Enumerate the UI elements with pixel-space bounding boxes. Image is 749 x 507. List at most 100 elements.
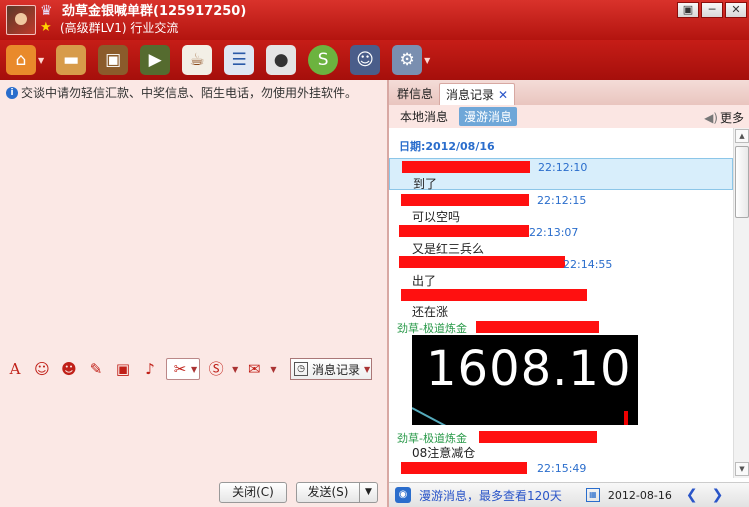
history-button[interactable]: ◷ 消息记录 ▼ [290, 358, 372, 380]
speaker-icon: ◀) [704, 110, 718, 125]
main-toolbar: ⌂ ▼ ▬ ▣ ▶ ☕ ☰ ● S ☺ ⚙ ▼ [0, 40, 749, 80]
more-button[interactable]: ◀) 更多 [704, 109, 744, 126]
list-item[interactable]: 22:13:07 又是红三兵么 [389, 224, 733, 256]
message-time: 22:13:07 [529, 226, 579, 239]
next-page-icon[interactable]: ❯ [712, 487, 724, 503]
message-text: 出了 [412, 274, 437, 288]
redacted-sender [399, 256, 565, 268]
tab-group-info[interactable]: 群信息 [391, 83, 439, 105]
history-scrollbar[interactable]: ▲ ▼ [733, 128, 749, 478]
side-panel: 群信息 消息记录 ✕ 本地消息 漫游消息 ◀) 更多 日期:2012/08/16 … [389, 80, 749, 507]
history-label: 消息记录 [312, 362, 361, 377]
history-date: 日期:2012/08/16 [399, 140, 495, 153]
group-title: 劲草金银喊单群(125917250) [62, 4, 247, 19]
scissors-icon: ✂ [173, 360, 187, 378]
price-value: 1608.10 [426, 341, 632, 397]
calendar-icon[interactable]: ▦ [585, 488, 600, 502]
list-item[interactable]: 还在涨 [389, 288, 733, 319]
star-icon: ★ [40, 20, 52, 35]
message-input[interactable] [0, 382, 387, 478]
security-notice: i 交谈中请勿轻信汇款、中奖信息、陌生电话，勿使用外挂软件。 [6, 84, 357, 101]
chevron-down-icon: ▼ [364, 364, 371, 374]
mic-icon[interactable]: ● [266, 45, 297, 75]
history-subtabs: 本地消息 漫游消息 ◀) 更多 [389, 105, 749, 128]
coffee-icon[interactable]: ☕ [182, 45, 213, 75]
group-avatar[interactable] [6, 5, 36, 35]
message-text: 还在涨 [412, 305, 449, 319]
album-icon[interactable]: ▣ [98, 45, 129, 75]
tab-local-messages[interactable]: 本地消息 [395, 107, 453, 126]
music-icon[interactable]: ♪ [139, 359, 161, 379]
more-label: 更多 [719, 111, 744, 125]
redacted-sender [476, 321, 599, 333]
list-item[interactable]: 22:12:15 可以空吗 [389, 192, 733, 224]
chevron-down-icon[interactable]: ▼ [424, 56, 430, 65]
doodle-icon[interactable]: ✎ [85, 359, 107, 379]
history-list[interactable]: 日期:2012/08/16 22:12:10 到了 22:12:15 可以空吗 … [389, 128, 733, 478]
message-sender: 劲草-极道炼金 [397, 322, 467, 335]
chevron-down-icon[interactable]: ▼ [270, 365, 276, 374]
redacted-sender [401, 289, 587, 301]
chat-bubble-icon[interactable]: ✉ [243, 359, 265, 379]
message-text: 08注意减仓 [412, 446, 476, 460]
crown-icon: ♛ [40, 3, 53, 19]
message-text: 又是红三兵么 [412, 242, 485, 256]
video-icon[interactable]: ▶ [140, 45, 171, 75]
send-button[interactable]: 发送(S) [296, 482, 360, 503]
window-controls: ▣ ─ ✕ [677, 2, 747, 18]
history-date-field[interactable]: 2012-08-16 [608, 489, 672, 502]
message-time: 22:12:10 [538, 161, 588, 174]
redacted-sender [402, 161, 530, 173]
list-item[interactable]: 劲草-极道炼金 08注意减仓 [389, 430, 733, 460]
s-icon[interactable]: S [308, 45, 339, 75]
close-icon[interactable]: ✕ [498, 88, 508, 102]
close-button[interactable]: 关闭(C) [219, 482, 287, 503]
info-icon: i [6, 86, 18, 99]
title-bar: ♛ 劲草金银喊单群(125917250) ★ (高级群LV1) 行业交流 ▣ ─… [0, 0, 749, 40]
screenshot-button[interactable]: ✂ ▼ [166, 358, 201, 380]
side-tabs: 群信息 消息记录 ✕ [389, 80, 749, 105]
chart-line [412, 407, 448, 425]
list-item[interactable]: 22:14:55 出了 [389, 256, 733, 288]
redacted-sender [399, 225, 529, 237]
image-icon[interactable]: ▣ [112, 359, 134, 379]
menu-button[interactable]: ▣ [677, 2, 699, 18]
folder-icon[interactable]: ▬ [56, 45, 87, 75]
gear-icon[interactable]: ⚙ [392, 45, 423, 75]
s-icon[interactable]: Ⓢ [205, 359, 227, 379]
scroll-up-button[interactable]: ▲ [735, 129, 749, 143]
tab-history[interactable]: 消息记录 ✕ [439, 83, 516, 105]
send-options-button[interactable]: ▼ [360, 482, 378, 503]
message-time: 22:15:49 [537, 462, 587, 475]
emoji-icon[interactable]: ☺ [31, 359, 53, 379]
list-item[interactable]: 22:12:10 到了 [389, 158, 733, 191]
notice-icon[interactable]: ☰ [224, 45, 255, 75]
magic-face-icon[interactable]: ☻ [58, 359, 80, 379]
scroll-down-button[interactable]: ▼ [735, 462, 749, 476]
previous-page-icon[interactable]: ❮ [686, 487, 698, 503]
message-text: 可以空吗 [412, 210, 461, 224]
chevron-down-icon[interactable]: ▼ [38, 56, 44, 65]
roaming-limit-link[interactable]: 漫游消息，最多查看120天 [419, 487, 562, 504]
redacted-sender [401, 194, 529, 206]
message-time: 22:14:55 [563, 258, 613, 271]
scroll-thumb[interactable] [735, 146, 749, 218]
message-text: 到了 [413, 177, 438, 191]
agent-icon[interactable]: ☺ [350, 45, 381, 75]
redacted-sender [401, 462, 527, 474]
minimize-button[interactable]: ─ [701, 2, 723, 18]
group-subtitle: (高级群LV1) 行业交流 [60, 21, 179, 35]
font-icon[interactable]: A [4, 359, 26, 379]
message-time: 22:12:15 [537, 194, 587, 207]
history-footer: ◉ 漫游消息，最多查看120天 ▦ 2012-08-16 ❮ ❯ [389, 482, 749, 507]
chevron-down-icon[interactable]: ▼ [232, 365, 238, 374]
list-item[interactable]: 22:15:49 [389, 460, 733, 478]
message-area[interactable] [0, 102, 387, 354]
tab-roaming-messages[interactable]: 漫游消息 [459, 107, 518, 126]
chevron-down-icon: ▼ [191, 364, 198, 374]
roaming-icon: ◉ [395, 487, 411, 503]
home-icon[interactable]: ⌂ [6, 45, 36, 75]
price-screenshot[interactable]: 1608.10 [412, 335, 638, 425]
close-window-button[interactable]: ✕ [725, 2, 747, 18]
notice-text: 交谈中请勿轻信汇款、中奖信息、陌生电话，勿使用外挂软件。 [21, 86, 358, 100]
